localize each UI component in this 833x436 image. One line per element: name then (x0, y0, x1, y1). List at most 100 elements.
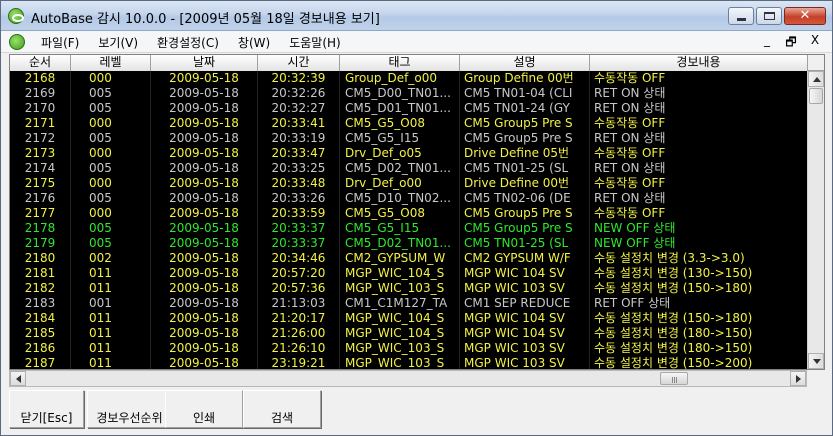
mdi-restore-button[interactable]: 🗗 (784, 33, 798, 54)
menu-item-4[interactable]: 도움말(H) (289, 34, 341, 51)
cell-msg: 수동 설정치 변경 (180->150) (594, 341, 753, 355)
cell-msg: 수동 설정치 변경 (130->150) (594, 266, 753, 280)
cell-tag: MGP_WIC_104_S (340, 266, 460, 281)
cell-level: 005 (71, 191, 151, 206)
table-row[interactable]: 2168 000 2009-05-18 20:32:39 Group_Def_o00 Gr… (10, 71, 808, 86)
cell-seq: 2175 (10, 176, 71, 191)
cell-seq: 2174 (10, 161, 71, 176)
cell-level: 005 (71, 221, 151, 236)
table-row[interactable]: 2178 005 2009-05-18 20:33:37 CM5_G5_I15 CM5 G… (10, 221, 808, 236)
menu-item-1[interactable]: 보기(V) (98, 34, 138, 51)
table-row[interactable]: 2177 000 2009-05-18 20:33:59 CM5_G5_O08 CM5 G… (10, 206, 808, 221)
col-header-level[interactable]: 레벨 (71, 55, 151, 71)
table-row[interactable]: 2180 002 2009-05-18 20:34:46 CM2_GYPSUM_W CM2… (10, 251, 808, 266)
mdi-close-button[interactable]: X (808, 33, 822, 54)
document-icon[interactable] (9, 34, 25, 50)
col-header-message[interactable]: 경보내용 (590, 55, 808, 71)
cell-tag: MGP_WIC_103_S (340, 341, 460, 356)
alarm-priority-button[interactable]: 경보우선순위 (87, 390, 172, 428)
table-row[interactable]: 2176 005 2009-05-18 20:33:26 CM5_D10_TN02...… (10, 191, 808, 206)
cell-desc: MGP WIC 103 SV (460, 356, 590, 369)
cell-seq: 2180 (10, 251, 71, 266)
cell-tag: CM1_C1M127_TA (340, 296, 460, 311)
menu-items: 파일(F) 보기(V) 환경설정(C) 창(W) 도움말(H) (41, 34, 341, 51)
table-row[interactable]: 2174 005 2009-05-18 20:33:25 CM5_D02_TN01...… (10, 161, 808, 176)
cell-time: 21:26:00 (258, 326, 340, 341)
vertical-scrollbar[interactable] (807, 71, 824, 369)
table-row[interactable]: 2172 005 2009-05-18 20:33:19 CM5_G5_I15 CM5 G… (10, 131, 808, 146)
scroll-left-button[interactable] (10, 371, 26, 386)
cell-tag: CM5_G5_O08 (340, 116, 460, 131)
window-controls: ✕ (728, 7, 826, 25)
table-row[interactable]: 2179 005 2009-05-18 20:33:37 CM5_D02_TN01...… (10, 236, 808, 251)
table-row[interactable]: 2187 011 2009-05-18 23:19:21 MGP_WIC_103_S MG… (10, 356, 808, 369)
close-button[interactable]: ✕ (784, 7, 826, 25)
table-row[interactable]: 2185 011 2009-05-18 21:26:00 MGP_WIC_104_S MG… (10, 326, 808, 341)
cell-tag: MGP_WIC_104_S (340, 311, 460, 326)
cell-msg: RET ON 상태 (594, 86, 666, 100)
table-row[interactable]: 2181 011 2009-05-18 20:57:20 MGP_WIC_104_S MG… (10, 266, 808, 281)
cell-time: 20:34:46 (258, 251, 340, 266)
title-bar[interactable]: AutoBase 감시 10.0.0 - [2009년 05월 18일 경보내용… (1, 1, 832, 31)
scroll-up-button[interactable] (808, 71, 824, 87)
table-row[interactable]: 2182 011 2009-05-18 20:57:36 MGP_WIC_103_S MG… (10, 281, 808, 296)
table-row[interactable]: 2175 000 2009-05-18 20:33:48 Drv_Def_o00 Driv… (10, 176, 808, 191)
cell-desc: MGP WIC 103 SV (460, 341, 590, 356)
col-header-time[interactable]: 시간 (258, 55, 340, 71)
col-header-seq[interactable]: 순서 (10, 55, 71, 71)
maximize-icon (764, 12, 775, 20)
cell-time: 20:33:25 (258, 161, 340, 176)
scroll-down-button[interactable] (808, 353, 824, 369)
table-row[interactable]: 2183 001 2009-05-18 21:13:03 CM1_C1M127_TA CM… (10, 296, 808, 311)
cell-desc: CM5 TN01-25 (SL (460, 236, 590, 251)
cell-seq: 2184 (10, 311, 71, 326)
cell-date: 2009-05-18 (151, 341, 258, 356)
bottom-toolbar: 닫기[Esc] 경보우선순위 인쇄 검색 (9, 390, 825, 430)
table-row[interactable]: 2169 005 2009-05-18 20:32:26 CM5_D00_TN01...… (10, 86, 808, 101)
cell-desc: MGP WIC 104 SV (460, 266, 590, 281)
cell-tag: CM2_GYPSUM_W (340, 251, 460, 266)
arrow-left-icon (16, 375, 21, 383)
grip-icon (672, 377, 678, 383)
horizontal-scrollbar[interactable] (9, 370, 807, 387)
cell-tag: CM5_G5_I15 (340, 131, 460, 146)
cell-msg: RET ON 상태 (594, 191, 666, 205)
table-row[interactable]: 2171 000 2009-05-18 20:33:41 CM5_G5_O08 CM5 G… (10, 116, 808, 131)
cell-msg: 수동작동 OFF (594, 71, 666, 85)
mdi-controls: _ 🗗 X (760, 33, 822, 54)
close-icon: ✕ (799, 8, 811, 23)
vertical-scroll-thumb[interactable] (809, 88, 823, 104)
cell-date: 2009-05-18 (151, 101, 258, 116)
scroll-right-button[interactable] (790, 371, 806, 386)
menu-item-3[interactable]: 창(W) (238, 34, 270, 51)
alarm-grid: 순서 레벨 날짜 시간 태그 설명 경보내용 2168 000 2009-05-18… (9, 54, 825, 370)
table-row[interactable]: 2173 000 2009-05-18 20:33:47 Drv_Def_o05 Driv… (10, 146, 808, 161)
cell-level: 000 (71, 116, 151, 131)
cell-tag: CM5_D00_TN01... (340, 86, 460, 101)
cell-date: 2009-05-18 (151, 86, 258, 101)
cell-level: 005 (71, 161, 151, 176)
table-row[interactable]: 2170 005 2009-05-18 20:32:27 CM5_D01_TN01...… (10, 101, 808, 116)
close-esc-button[interactable]: 닫기[Esc] (9, 390, 84, 428)
print-button[interactable]: 인쇄 (165, 390, 243, 428)
minimize-button[interactable] (728, 7, 754, 25)
cell-date: 2009-05-18 (151, 176, 258, 191)
cell-msg: 수동 설정치 변경 (180->150) (594, 326, 753, 340)
col-header-desc[interactable]: 설명 (460, 55, 590, 71)
mdi-minimize-button[interactable]: _ (760, 33, 774, 54)
cell-level: 011 (71, 356, 151, 369)
horizontal-scroll-thumb[interactable] (660, 372, 688, 385)
search-button[interactable]: 검색 (243, 390, 321, 428)
col-header-tag[interactable]: 태그 (340, 55, 460, 71)
menu-item-2[interactable]: 환경설정(C) (157, 34, 219, 51)
cell-level: 011 (71, 341, 151, 356)
cell-tag: CM5_G5_I15 (340, 221, 460, 236)
table-row[interactable]: 2184 011 2009-05-18 21:20:17 MGP_WIC_104_S MG… (10, 311, 808, 326)
cell-seq: 2169 (10, 86, 71, 101)
menu-item-0[interactable]: 파일(F) (41, 34, 79, 51)
col-header-date[interactable]: 날짜 (151, 55, 258, 71)
cell-time: 20:33:26 (258, 191, 340, 206)
table-row[interactable]: 2186 011 2009-05-18 21:26:10 MGP_WIC_103_S MG… (10, 341, 808, 356)
grid-body: 2168 000 2009-05-18 20:32:39 Group_Def_o00 Gr… (10, 71, 808, 369)
maximize-button[interactable] (756, 7, 782, 25)
